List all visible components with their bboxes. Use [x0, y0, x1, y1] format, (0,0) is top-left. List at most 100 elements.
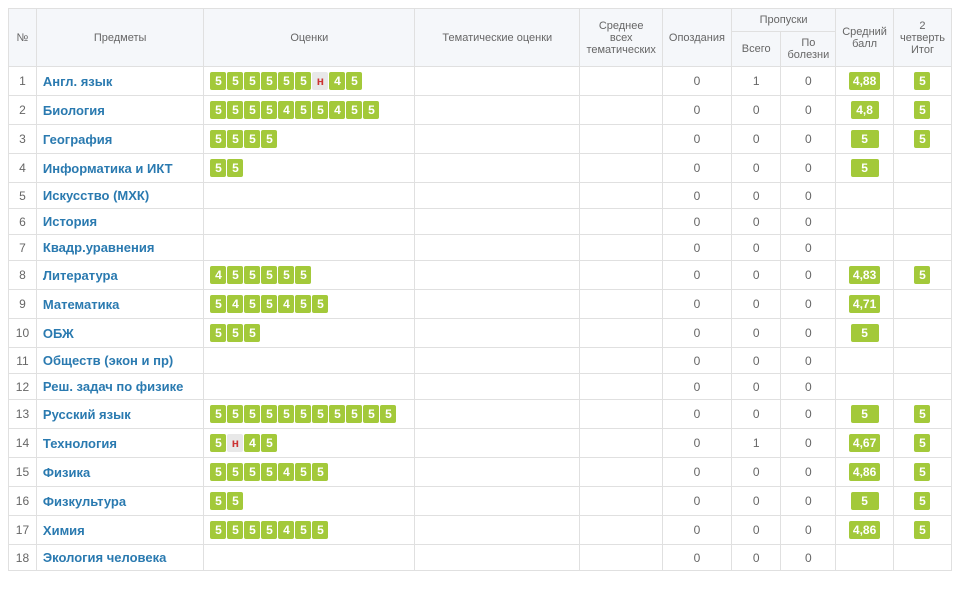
subject-link[interactable]: Информатика и ИКТ: [43, 161, 173, 176]
grade-badge: 5: [244, 324, 260, 342]
avg-badge: 4,71: [849, 295, 880, 313]
subject-link[interactable]: Технология: [43, 436, 117, 451]
grade-badge: 5: [244, 463, 260, 481]
grade-badge: 5: [244, 405, 260, 423]
subject-link[interactable]: Физика: [43, 465, 90, 480]
late-cell: 0: [662, 400, 731, 429]
grades-cell: [204, 183, 415, 209]
subject-link[interactable]: ОБЖ: [43, 326, 74, 341]
quarter-cell: 5: [893, 458, 951, 487]
subject-cell: Информатика и ИКТ: [36, 154, 204, 183]
grades-cell: 555: [204, 319, 415, 348]
subject-link[interactable]: Биология: [43, 103, 105, 118]
absent-sick-cell: 0: [781, 458, 836, 487]
subject-link[interactable]: Русский язык: [43, 407, 131, 422]
avg-thematic-cell: [580, 290, 662, 319]
grade-badge: 5: [363, 405, 379, 423]
quarter-badge: 5: [914, 266, 930, 284]
grade-badge: 5: [380, 405, 396, 423]
subject-link[interactable]: Искусство (МХК): [43, 188, 149, 203]
table-row: 15Физика55554550004,865: [9, 458, 952, 487]
avg-cell: [836, 183, 894, 209]
absent-total-cell: 0: [731, 183, 781, 209]
thematic-cell: [415, 209, 580, 235]
grade-badge: 5: [210, 101, 226, 119]
grades-cell: 5455455: [204, 290, 415, 319]
late-cell: 0: [662, 183, 731, 209]
grade-badge: 5: [261, 130, 277, 148]
grade-badge: 4: [278, 521, 294, 539]
subject-link[interactable]: Обществ (экон и пр): [43, 353, 173, 368]
row-number: 17: [9, 516, 37, 545]
row-number: 5: [9, 183, 37, 209]
avg-cell: 4,67: [836, 429, 894, 458]
grade-badge: 4: [210, 266, 226, 284]
late-cell: 0: [662, 209, 731, 235]
thematic-cell: [415, 154, 580, 183]
grades-cell: [204, 348, 415, 374]
quarter-cell: 5: [893, 261, 951, 290]
subject-cell: Реш. задач по физике: [36, 374, 204, 400]
grade-badge: 5: [346, 405, 362, 423]
grade-badge: 5: [210, 492, 226, 510]
grades-cell: 5555: [204, 125, 415, 154]
subject-link[interactable]: Англ. язык: [43, 74, 112, 89]
row-number: 3: [9, 125, 37, 154]
grade-badge: 4: [329, 72, 345, 90]
subject-link[interactable]: Экология человека: [43, 550, 166, 565]
grade-badge: 5: [227, 266, 243, 284]
absent-sick-cell: 0: [781, 125, 836, 154]
avg-cell: 4,86: [836, 458, 894, 487]
table-row: 13Русский язык5555555555500055: [9, 400, 952, 429]
avg-cell: 5: [836, 487, 894, 516]
late-cell: 0: [662, 235, 731, 261]
quarter-cell: [893, 348, 951, 374]
row-number: 16: [9, 487, 37, 516]
grades-cell: [204, 545, 415, 571]
grade-badge: 5: [244, 101, 260, 119]
quarter-cell: [893, 183, 951, 209]
grade-badge: 5: [312, 463, 328, 481]
grade-badge: 4: [278, 295, 294, 313]
quarter-badge: 5: [914, 492, 930, 510]
row-number: 13: [9, 400, 37, 429]
subject-cell: История: [36, 209, 204, 235]
quarter-badge: 5: [914, 521, 930, 539]
avg-cell: 4,8: [836, 96, 894, 125]
absent-sick-cell: 0: [781, 374, 836, 400]
subject-link[interactable]: Литература: [43, 268, 118, 283]
row-number: 11: [9, 348, 37, 374]
avg-cell: [836, 348, 894, 374]
grade-badge: 5: [227, 72, 243, 90]
subject-link[interactable]: География: [43, 132, 112, 147]
grades-cell: 5555455: [204, 458, 415, 487]
grades-table: № Предметы Оценки Тематические оценки Ср…: [8, 8, 952, 571]
row-number: 9: [9, 290, 37, 319]
avg-thematic-cell: [580, 125, 662, 154]
subject-cell: Русский язык: [36, 400, 204, 429]
avg-badge: 5: [851, 492, 879, 510]
subject-link[interactable]: Математика: [43, 297, 119, 312]
grade-badge: 5: [329, 405, 345, 423]
subject-link[interactable]: Химия: [43, 523, 85, 538]
subject-link[interactable]: Физкультура: [43, 494, 126, 509]
avg-cell: 4,88: [836, 67, 894, 96]
avg-thematic-cell: [580, 374, 662, 400]
subject-link[interactable]: История: [43, 214, 97, 229]
grade-badge: 5: [312, 295, 328, 313]
avg-badge: 5: [851, 130, 879, 148]
grade-badge: 5: [244, 72, 260, 90]
header-absent-sick: По болезни: [781, 32, 836, 67]
avg-cell: 5: [836, 154, 894, 183]
avg-cell: [836, 545, 894, 571]
row-number: 6: [9, 209, 37, 235]
absent-total-cell: 0: [731, 261, 781, 290]
absent-total-cell: 0: [731, 154, 781, 183]
avg-thematic-cell: [580, 545, 662, 571]
thematic-cell: [415, 67, 580, 96]
subject-link[interactable]: Реш. задач по физике: [43, 379, 183, 394]
grade-badge: 5: [227, 130, 243, 148]
subject-link[interactable]: Квадр.уравнения: [43, 240, 155, 255]
grade-badge: 5: [295, 72, 311, 90]
absent-total-cell: 1: [731, 429, 781, 458]
